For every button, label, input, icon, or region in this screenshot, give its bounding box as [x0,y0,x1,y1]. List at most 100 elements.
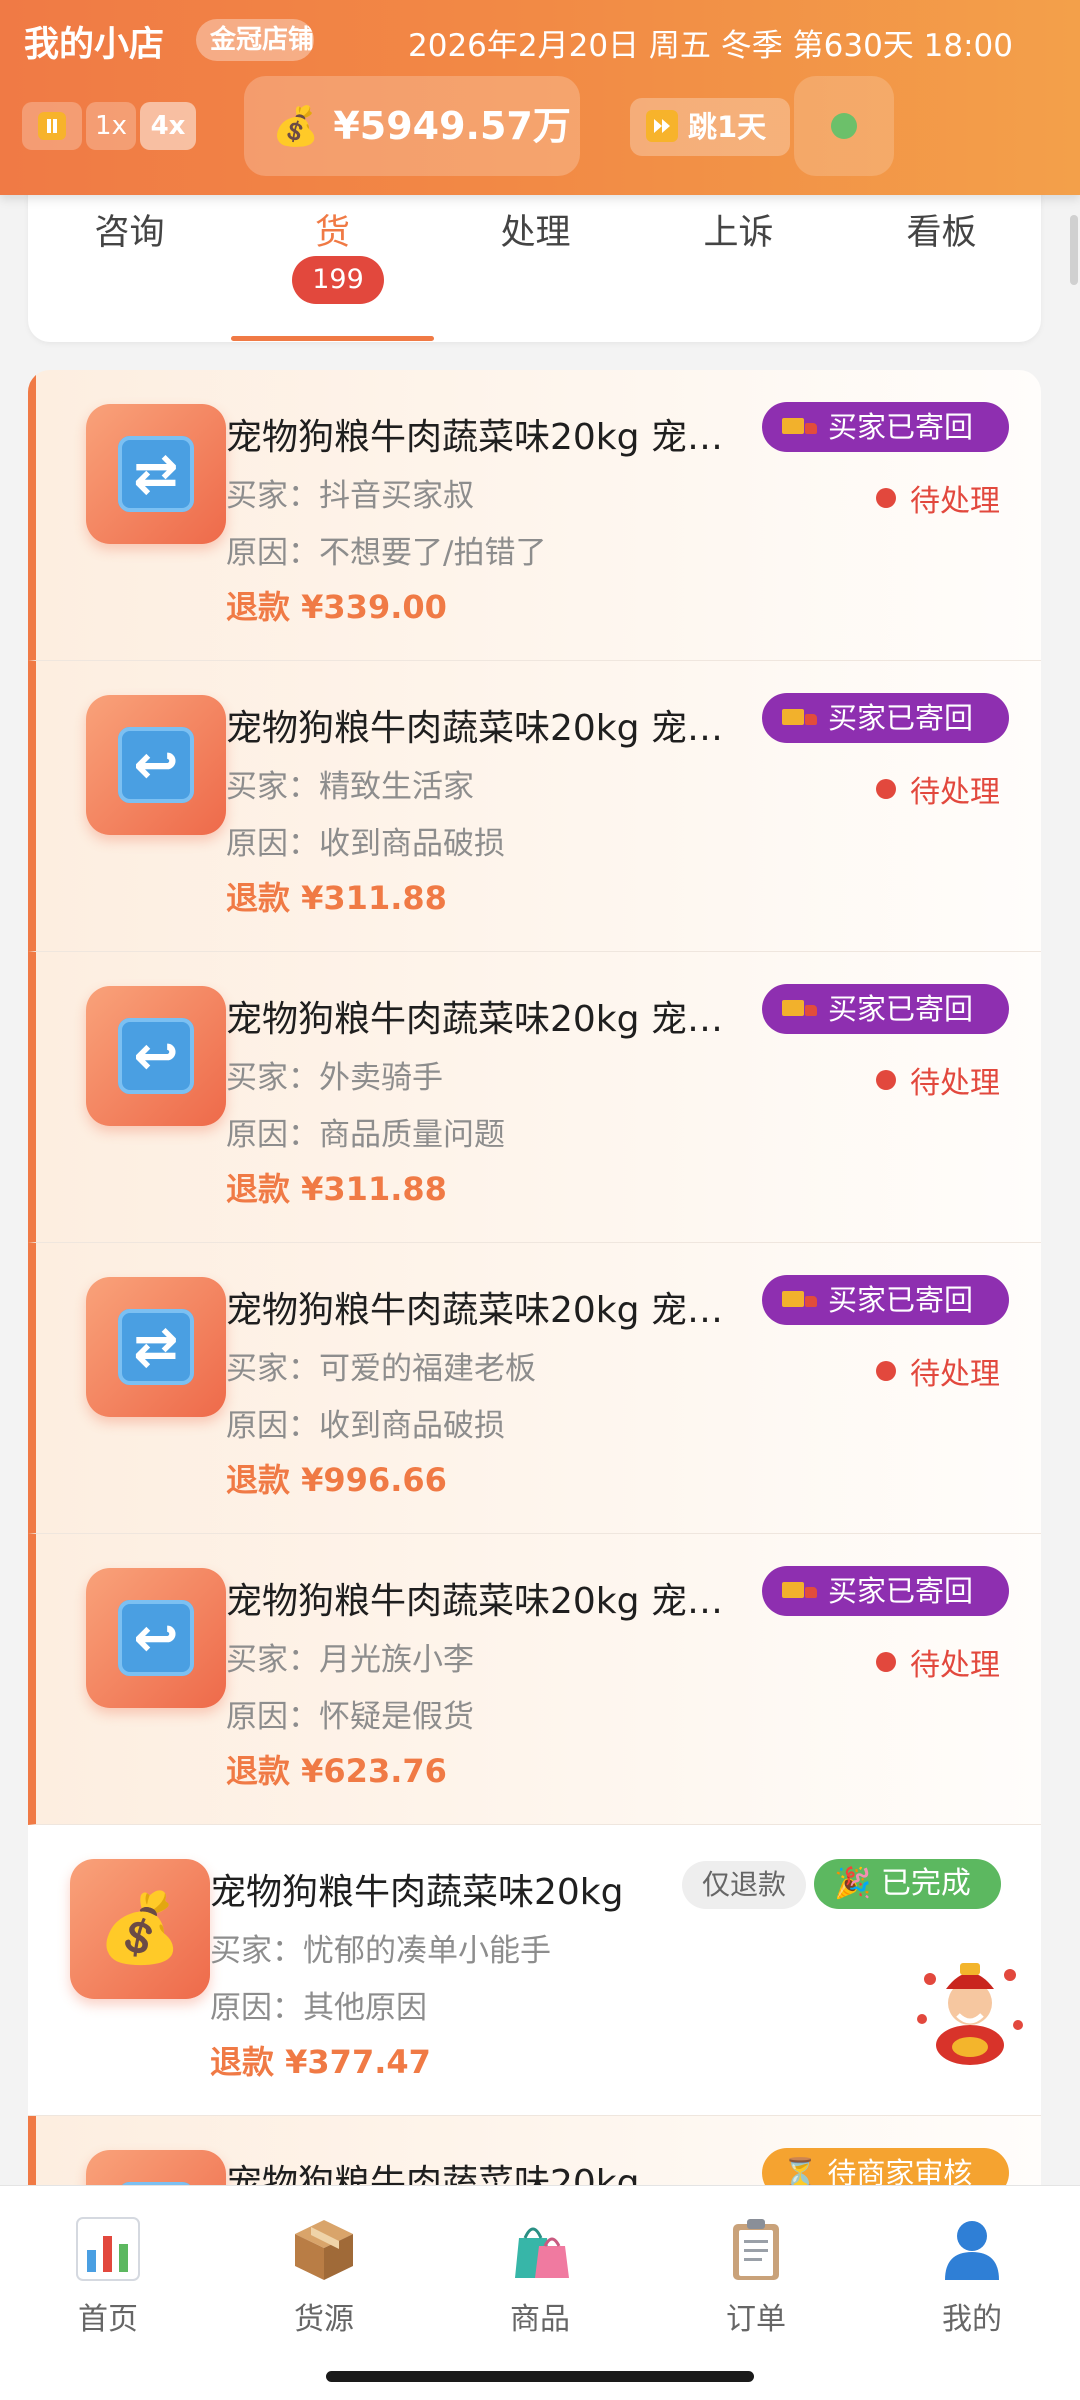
awaiting-merchant-review-tag: ⏳ 待商家审核 [762,2148,1009,2185]
nav-home[interactable]: 首页 [0,2214,216,2338]
pending-dot-icon [876,1652,896,1672]
pause-icon [38,112,66,140]
list-item[interactable]: ↩ 宠物狗粮牛肉蔬菜味20kg 宠物狗粮 买家：外卖骑手 原因：商品质量问题 退… [28,952,1041,1243]
item-title: 宠物狗粮牛肉蔬菜味20kg 宠物狗粮 [226,1581,726,1622]
game-date-line: 2026年2月20日 周五 冬季 第630天 18:00 [408,28,1013,64]
app-title: 我的小店 [24,25,165,65]
returned-tag-label: 买家已寄回 [828,1574,974,1608]
item-title: 宠物狗粮牛肉蔬菜味20kg 宠物狗粮 [226,999,726,1040]
bottom-navigation: 首页 货源 商品 订单 我的 [0,2185,1080,2400]
party-popper-icon: 🎉 [834,1866,881,1901]
status-pending: 待处理 [876,476,1000,520]
shopping-bags-icon [515,2227,569,2278]
status-pending: 待处理 [876,1349,1000,1393]
truck-icon [782,1580,818,1604]
returned-by-buyer-tag: 买家已寄回 [762,984,1009,1034]
pause-button[interactable] [22,102,82,150]
balance-amount: ¥5949.57万 [333,104,571,148]
item-reason: 原因：收到商品破损 [226,1408,505,1444]
scrollbar[interactable] [1070,215,1078,285]
truck-icon [782,416,818,440]
completed-tag-label: 已完成 [880,1866,971,1901]
tab-dashboard[interactable]: 看板 [840,204,1043,255]
fortune-god-mascot-icon[interactable] [910,1949,1030,2069]
nav-profile[interactable]: 我的 [864,2214,1080,2338]
tab-consult[interactable]: 咨询 [28,204,231,255]
item-refund-amount: 退款 ¥339.00 [226,588,447,626]
nav-products-label: 商品 [510,2302,570,2337]
user-icon [945,2221,999,2280]
item-refund-amount: 退款 ¥311.88 [226,879,447,917]
returned-tag-label: 买家已寄回 [828,992,974,1026]
tab-goods-count-badge: 199 [292,256,384,304]
home-indicator[interactable] [326,2371,754,2382]
pending-dot-icon [876,1070,896,1090]
item-thumbnail: ↩ [86,695,226,835]
tab-goods[interactable]: 货 [231,204,434,255]
status-label: 待处理 [910,1066,1000,1101]
item-buyer: 买家：可爱的福建老板 [226,1351,536,1387]
item-buyer: 买家：月光族小李 [226,1642,474,1678]
item-thumbnail: ↩ [86,986,226,1126]
item-reason: 原因：不想要了/拍错了 [226,535,547,571]
list-item[interactable]: ⇄ 宠物狗粮牛肉蔬菜味20kg ⏳ 待商家审核 [28,2116,1041,2185]
list-item[interactable]: ↩ 宠物狗粮牛肉蔬菜味20kg 宠物狗粮 买家：精致生活家 原因：收到商品破损 … [28,661,1041,952]
nav-profile-label: 我的 [942,2302,1002,2337]
returned-by-buyer-tag: 买家已寄回 [762,1275,1009,1325]
online-status-pill[interactable] [794,76,894,176]
nav-orders-label: 订单 [726,2302,786,2337]
item-title: 宠物狗粮牛肉蔬菜味20kg 宠物狗粮 [226,417,726,458]
nav-supply-label: 货源 [294,2302,354,2337]
tab-appeal[interactable]: 上诉 [637,204,840,255]
return-icon: ↩ [118,727,194,803]
tab-process[interactable]: 处理 [434,204,637,255]
clipboard-icon [733,2219,779,2280]
skip-day-button[interactable]: 跳1天 [630,98,790,156]
item-reason: 原因：商品质量问题 [226,1117,505,1153]
item-buyer: 买家：精致生活家 [226,769,474,805]
speed-4x-button[interactable]: 4x [140,102,196,150]
hourglass-icon: ⏳ [782,2156,828,2185]
item-refund-amount: 退款 ¥996.66 [226,1461,447,1499]
money-bag-icon: 💰 [272,104,320,148]
status-pending: 待处理 [876,1640,1000,1684]
item-buyer: 买家：外卖骑手 [226,1060,443,1096]
pending-dot-icon [876,1361,896,1381]
tab-bar: 咨询 货 199 处理 上诉 看板 [28,180,1041,342]
package-icon [295,2220,353,2280]
returned-tag-label: 买家已寄回 [828,410,974,444]
item-refund-amount: 退款 ¥377.47 [210,2043,431,2081]
balance-display[interactable]: 💰 ¥5949.57万 [244,76,580,176]
speed-1x-button[interactable]: 1x [86,102,136,150]
item-buyer: 买家：忧郁的凑单小能手 [210,1933,551,1969]
returned-tag-label: 买家已寄回 [828,701,974,735]
returned-by-buyer-tag: 买家已寄回 [762,693,1009,743]
list-item[interactable]: ⇄ 宠物狗粮牛肉蔬菜味20kg 宠物狗粮 买家：抖音买家叔 原因：不想要了/拍错… [28,370,1041,661]
item-title: 宠物狗粮牛肉蔬菜味20kg [210,1872,624,1913]
exchange-icon: ⇄ [118,436,194,512]
item-thumbnail: ↩ [86,1568,226,1708]
status-label: 待处理 [910,484,1000,519]
item-refund-amount: 退款 ¥311.88 [226,1170,447,1208]
status-label: 待处理 [910,1648,1000,1683]
nav-supply[interactable]: 货源 [216,2214,432,2338]
active-tab-indicator [231,336,434,341]
truck-icon [782,1289,818,1313]
list-item[interactable]: 💰 宠物狗粮牛肉蔬菜味20kg 买家：忧郁的凑单小能手 原因：其他原因 退款 ¥… [28,1825,1041,2116]
returned-by-buyer-tag: 买家已寄回 [762,1566,1009,1616]
list-item[interactable]: ↩ 宠物狗粮牛肉蔬菜味20kg 宠物狗粮 买家：月光族小李 原因：怀疑是假货 退… [28,1534,1041,1825]
status-label: 待处理 [910,775,1000,810]
nav-products[interactable]: 商品 [432,2214,648,2338]
returned-tag-label: 买家已寄回 [828,1283,974,1317]
nav-orders[interactable]: 订单 [648,2214,864,2338]
list-item[interactable]: ⇄ 宠物狗粮牛肉蔬菜味20kg 宠物狗粮 买家：可爱的福建老板 原因：收到商品破… [28,1243,1041,1534]
item-thumbnail: 💰 [70,1859,210,1999]
pending-dot-icon [876,488,896,508]
item-buyer: 买家：抖音买家叔 [226,478,474,514]
item-reason: 原因：怀疑是假货 [226,1699,474,1735]
nav-home-label: 首页 [78,2302,138,2337]
completed-tag: 🎉 已完成 [814,1859,1001,1909]
return-icon: ↩ [118,1018,194,1094]
exchange-icon: ⇄ [118,1309,194,1385]
shop-level-badge[interactable]: 金冠店铺 [196,19,314,61]
